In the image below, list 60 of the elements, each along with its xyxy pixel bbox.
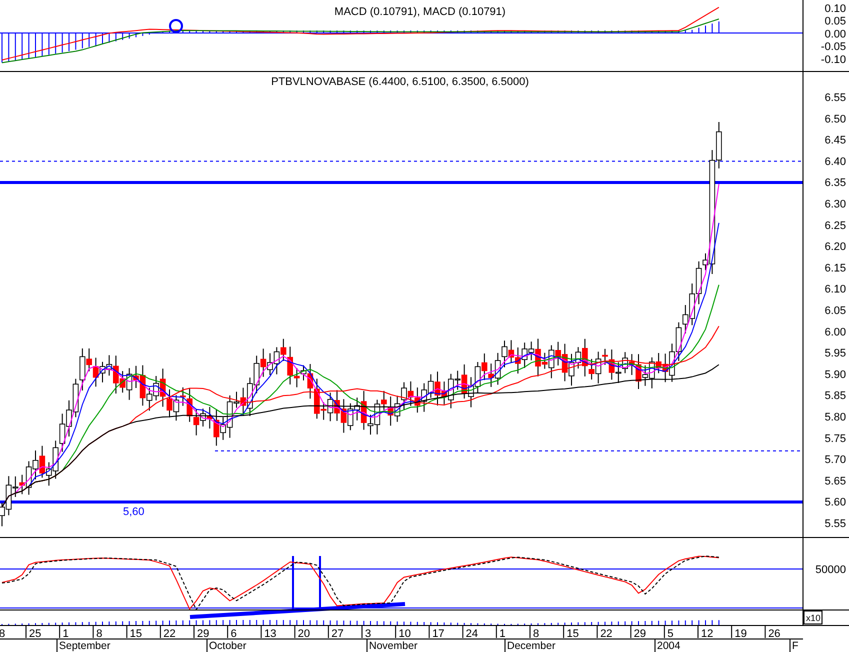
month-label: October: [209, 640, 246, 652]
day-label: 15: [566, 628, 579, 640]
day-label: 26: [768, 628, 780, 640]
axis-label: 6.50: [824, 113, 846, 126]
day-label: 15: [130, 628, 142, 640]
day-label: 24: [466, 628, 478, 640]
day-label: 17: [432, 628, 444, 640]
axis-label: 5.80: [824, 412, 846, 424]
day-label: 22: [163, 628, 176, 640]
axis-label: 0.05: [824, 16, 846, 28]
axis-label: 6.15: [824, 262, 846, 274]
axis-label: 5.75: [824, 432, 846, 445]
day-label: 8: [533, 628, 540, 640]
day-label: 13: [264, 628, 276, 640]
axis-label: 5.60: [824, 496, 846, 509]
day-label: 12: [701, 628, 714, 640]
day-label: 1: [62, 628, 69, 640]
month-label: November: [369, 640, 418, 652]
axis-label: 6.10: [824, 284, 846, 296]
axis-label: 5.85: [824, 390, 846, 402]
axis-label: 0.00: [824, 28, 846, 40]
day-label: 29: [197, 628, 210, 640]
macd-title: MACD (0.10791), MACD (0.10791): [334, 6, 506, 18]
axis-label: 6.20: [824, 241, 846, 254]
scale-badge: x10: [804, 610, 822, 624]
month-label: December: [507, 640, 556, 652]
axis-label: 6.35: [824, 177, 846, 190]
month-label: 2004: [657, 640, 680, 652]
day-label: 8: [96, 628, 102, 640]
axis-label: 0.10: [824, 3, 846, 15]
axis-label: 6.05: [824, 305, 846, 317]
day-label: 1: [499, 628, 506, 640]
axis-label: 5.90: [824, 368, 846, 381]
support-label: 5,60: [123, 506, 144, 518]
day-label: 3: [365, 628, 372, 640]
month-label: F: [792, 640, 798, 652]
day-label: 10: [398, 628, 411, 640]
axis-label: 6.00: [824, 326, 846, 338]
day-label: 25: [29, 628, 42, 640]
axis-label: 6.45: [824, 134, 846, 147]
axis-label: 5.95: [824, 348, 846, 360]
price-title: PTBVLNOVABASE (6.4400, 6.5100, 6.3500, 6.5000): [271, 76, 529, 88]
axis-label: 5.65: [824, 475, 846, 488]
day-label: 6: [230, 628, 237, 640]
day-label: 27: [331, 628, 344, 640]
day-label: 29: [634, 628, 646, 640]
day-label: 19: [734, 628, 747, 640]
axis-label: 6.30: [824, 198, 846, 210]
day-label: 22: [600, 628, 612, 640]
axis-label: 50000: [815, 564, 846, 576]
axis-label: 6.40: [824, 156, 846, 168]
month-label: September: [59, 640, 110, 652]
axis-label: -0.10: [820, 54, 846, 66]
axis-label: -0.05: [820, 41, 846, 54]
day-label: 5: [667, 628, 674, 640]
axis-label: 5.70: [824, 454, 846, 466]
day-label: 20: [298, 628, 310, 640]
axis-label: 5.55: [824, 518, 846, 530]
axis-label: 6.55: [824, 92, 846, 104]
axis-label: 6.25: [824, 220, 846, 232]
